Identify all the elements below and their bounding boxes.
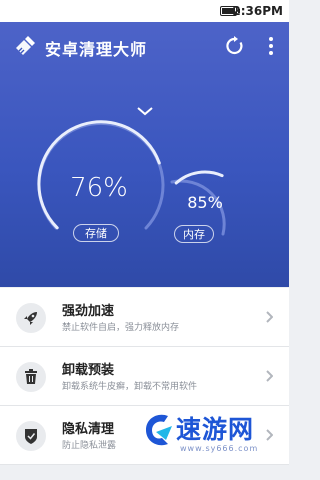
trash-icon <box>16 362 46 392</box>
list-item-title: 隐私清理 <box>62 422 115 437</box>
storage-button[interactable]: 存储 <box>73 224 119 242</box>
list-item-subtitle: 卸载系统牛皮癣，卸载不常用软件 <box>62 382 198 392</box>
hero-panel: 安卓清理大师 76% 85% 存储 内存 <box>0 22 289 287</box>
memory-button[interactable]: 内存 <box>174 225 214 243</box>
chevron-right-icon <box>266 370 273 382</box>
status-time: 2:36PM <box>232 4 283 18</box>
shield-icon <box>16 421 46 451</box>
list-item-title: 强劲加速 <box>62 304 115 319</box>
list-item-boost[interactable]: 强劲加速 禁止软件自启，强力释放内存 <box>0 288 289 347</box>
chevron-right-icon <box>266 429 273 441</box>
storage-percent: 76% <box>70 173 128 203</box>
list-item-uninstall[interactable]: 卸载预装 卸载系统牛皮癣，卸载不常用软件 <box>0 347 289 406</box>
chevron-right-icon <box>266 311 273 323</box>
list-item-subtitle: 防止隐私泄露 <box>62 441 117 451</box>
memory-percent: 85% <box>187 193 223 212</box>
gauges <box>37 120 226 236</box>
rocket-icon <box>16 303 46 333</box>
watermark-logo <box>146 414 172 446</box>
watermark-brand: 速游网 <box>176 415 255 444</box>
watermark-url: www.sy666.com <box>180 444 259 453</box>
list-item-subtitle: 禁止软件自启，强力释放内存 <box>62 323 180 333</box>
list-item-title: 卸载预装 <box>62 363 115 378</box>
status-bar: 2:36PM <box>0 0 289 22</box>
